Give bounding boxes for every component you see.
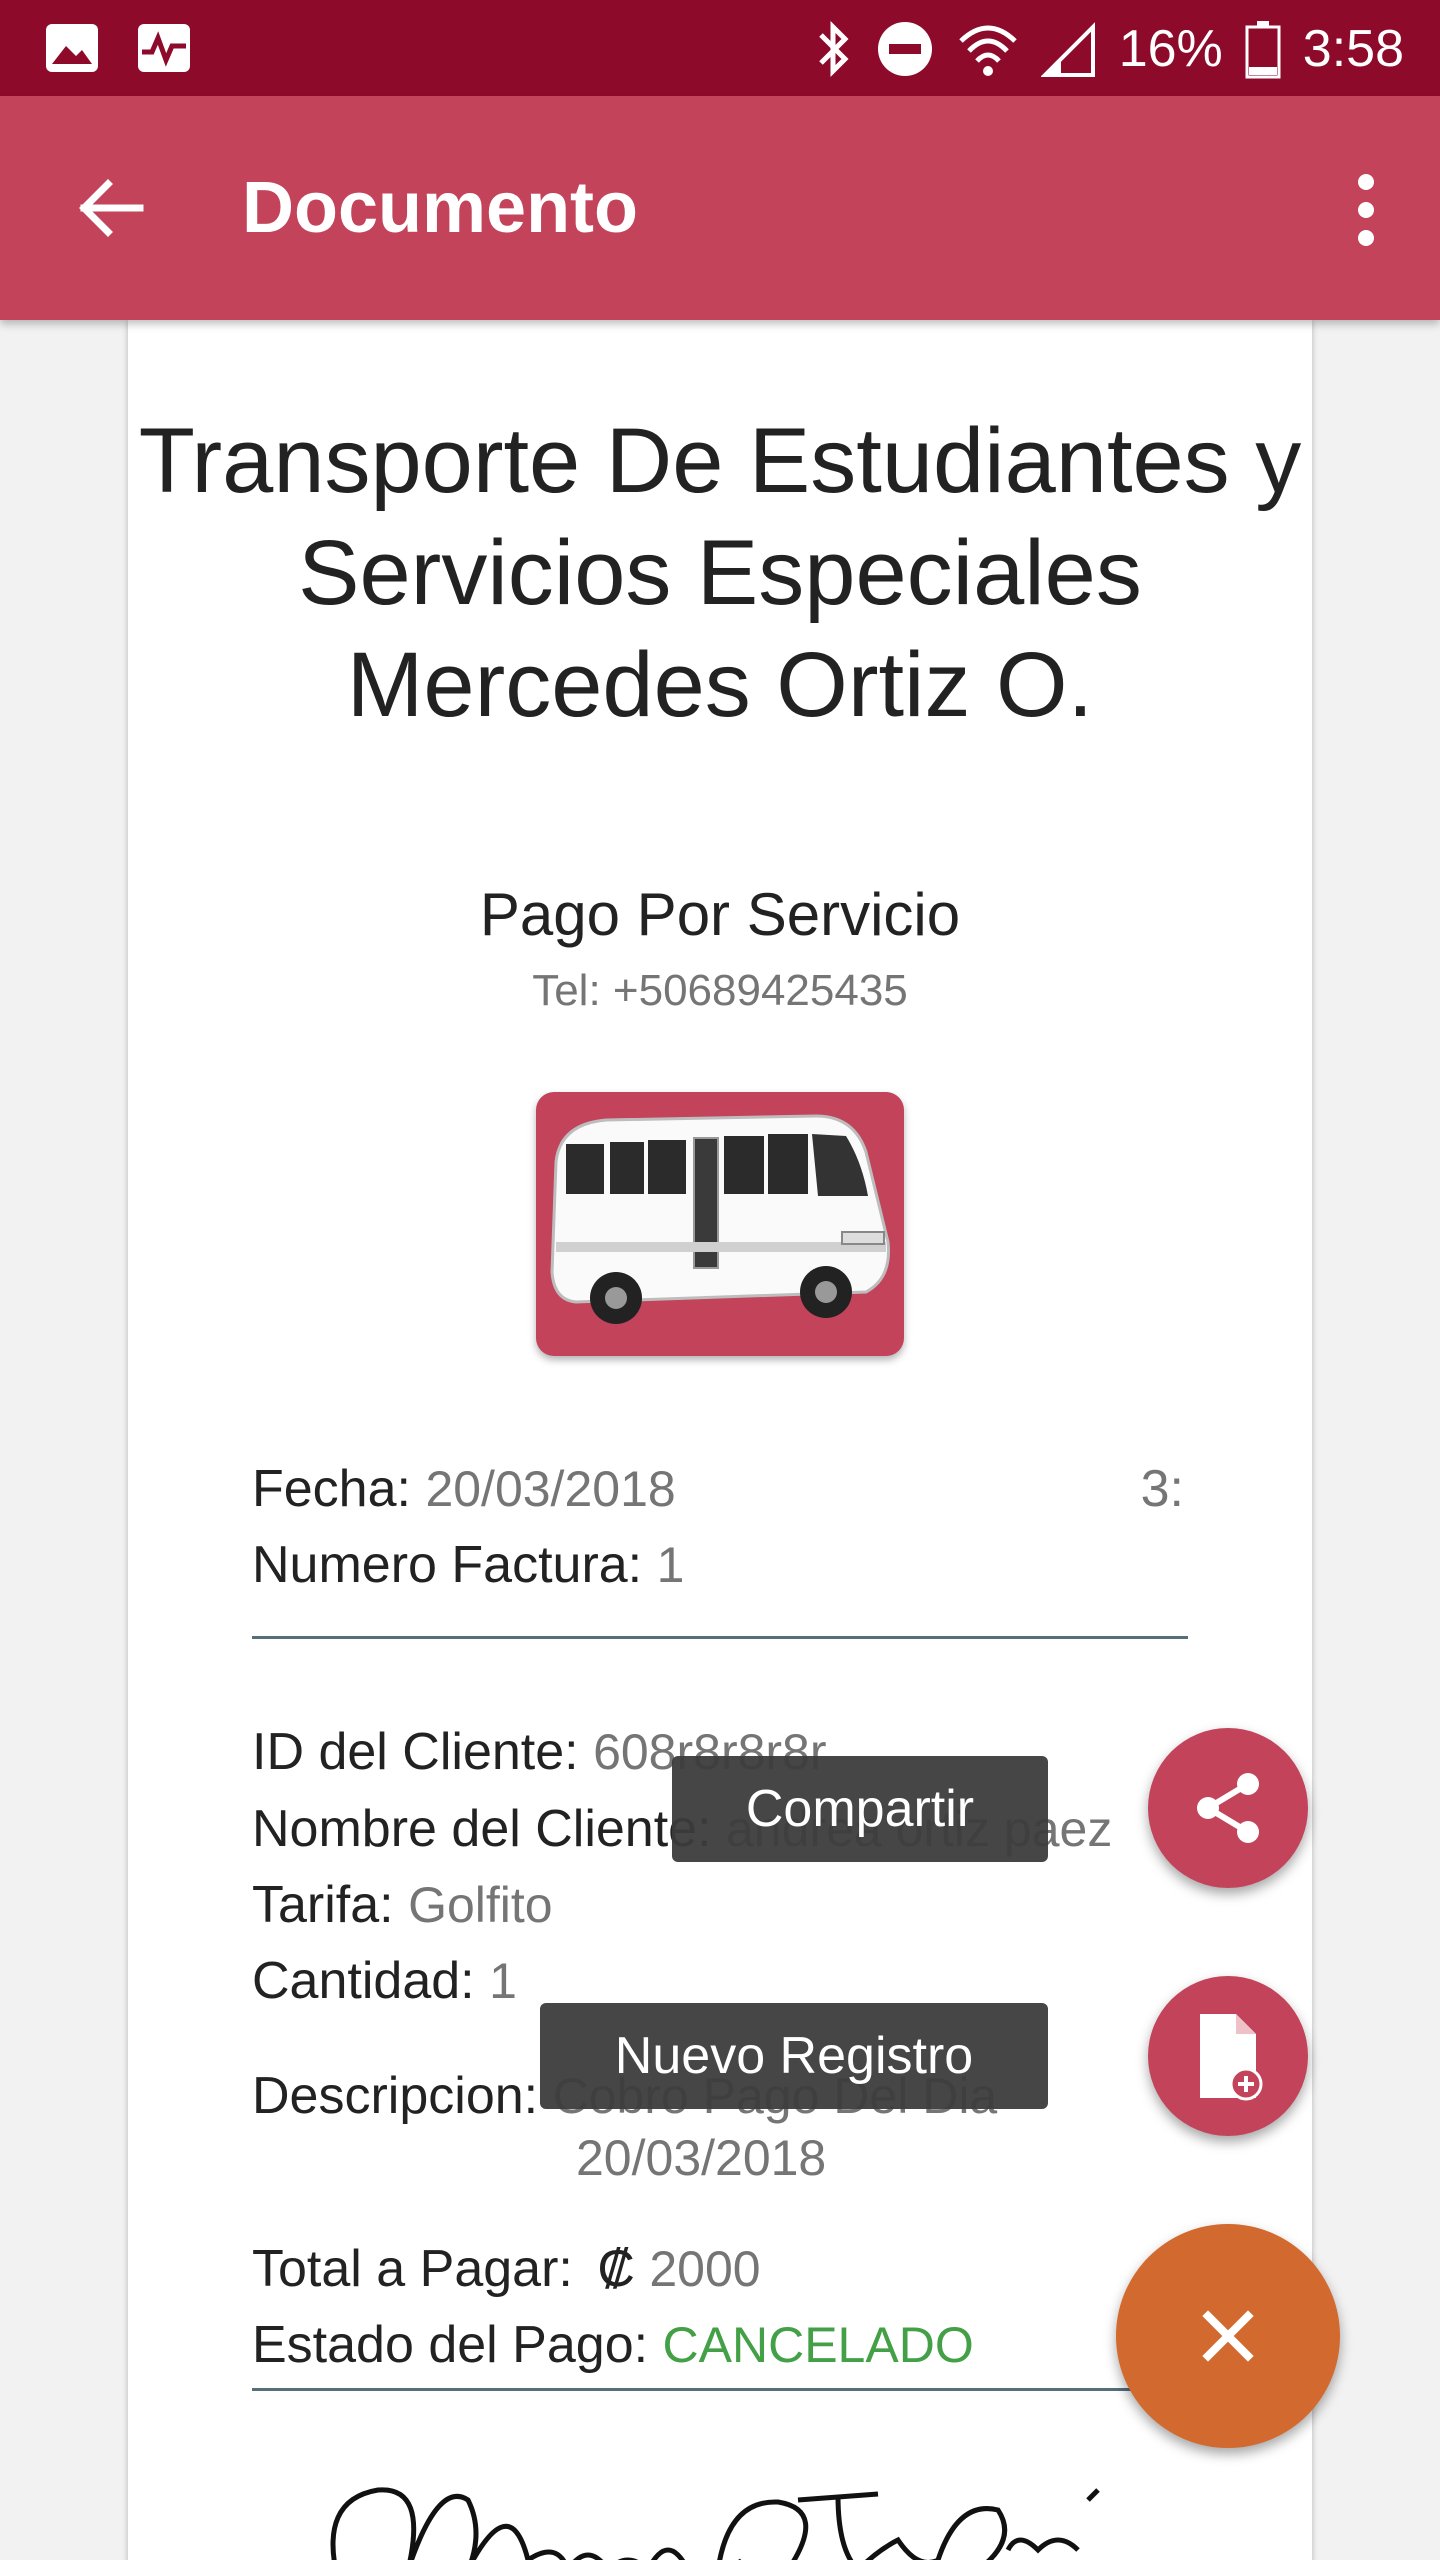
cantidad-row: Cantidad: 1 xyxy=(252,1949,517,2013)
total-label: Total a Pagar: xyxy=(252,2240,573,2298)
factura-value: 1 xyxy=(656,1537,685,1593)
tarifa-value: Golfito xyxy=(408,1877,553,1933)
fecha-row: Fecha: 20/03/2018 xyxy=(252,1457,676,1521)
wifi-icon xyxy=(958,25,1017,76)
hora-value: 3: xyxy=(1140,1460,1184,1518)
bus-icon xyxy=(550,1114,891,1324)
divider xyxy=(252,1636,1188,1639)
tarifa-row: Tarifa: Golfito xyxy=(252,1873,553,1937)
share-tooltip: Compartir xyxy=(672,1756,1048,1862)
share-icon xyxy=(1197,1773,1259,1843)
do-not-disturb-icon xyxy=(877,22,932,76)
estado-value: CANCELADO xyxy=(662,2317,974,2373)
status-bar: 16% 3:58 xyxy=(0,0,1440,96)
signal-icon xyxy=(1040,22,1095,77)
cliente-nombre-label: Nombre del Cliente: xyxy=(252,1800,712,1858)
new-record-tooltip: Nuevo Registro xyxy=(540,2003,1048,2109)
bluetooth-icon xyxy=(818,20,849,78)
activity-icon xyxy=(138,24,190,72)
total-row: Total a Pagar: ₡ 2000 xyxy=(252,2237,761,2301)
document-card: Transporte De Estudiantes y Servicios Es… xyxy=(128,320,1312,2560)
estado-row: Estado del Pago: CANCELADO xyxy=(252,2313,974,2377)
battery-icon xyxy=(1245,21,1281,79)
cantidad-value: 1 xyxy=(489,1953,517,2009)
tarifa-label: Tarifa: xyxy=(252,1876,394,1934)
more-vert-icon[interactable] xyxy=(1346,168,1386,252)
cantidad-label: Cantidad: xyxy=(252,1952,475,2010)
factura-row: Numero Factura: 1 xyxy=(252,1533,684,1597)
new-record-button[interactable] xyxy=(1148,1976,1308,2136)
close-fab-button[interactable] xyxy=(1116,2224,1340,2448)
descripcion-label: Descripcion: xyxy=(252,2067,539,2125)
cliente-id-label: ID del Cliente: xyxy=(252,1723,579,1781)
page-title: Documento xyxy=(242,168,638,248)
descripcion-value-line2: 20/03/2018 xyxy=(576,2130,827,2186)
currency-symbol: ₡ xyxy=(597,2240,635,2298)
company-name: Transporte De Estudiantes y Servicios Es… xyxy=(138,410,1302,736)
clock: 3:58 xyxy=(1302,20,1404,78)
estado-label: Estado del Pago: xyxy=(252,2316,649,2374)
phone-number: Tel: +50689425435 xyxy=(532,966,908,1015)
total-value: 2000 xyxy=(649,2241,761,2297)
divider xyxy=(252,2388,1188,2391)
gallery-icon xyxy=(46,24,98,72)
share-button[interactable] xyxy=(1148,1728,1308,1888)
document-subtitle: Pago Por Servicio xyxy=(479,881,961,948)
descripcion-line2-row: 20/03/2018 xyxy=(576,2126,826,2190)
close-icon xyxy=(1202,2310,1254,2362)
signature-image xyxy=(330,2487,1100,2560)
arrow-left-icon[interactable] xyxy=(70,166,154,250)
bus-logo xyxy=(536,1092,904,1356)
factura-label: Numero Factura: xyxy=(252,1536,643,1594)
fecha-label: Fecha: xyxy=(252,1460,411,1518)
battery-percent: 16% xyxy=(1118,20,1223,78)
app-bar: Documento xyxy=(0,96,1440,320)
fecha-value: 20/03/2018 xyxy=(425,1461,676,1517)
new-document-icon xyxy=(1200,2014,1263,2101)
